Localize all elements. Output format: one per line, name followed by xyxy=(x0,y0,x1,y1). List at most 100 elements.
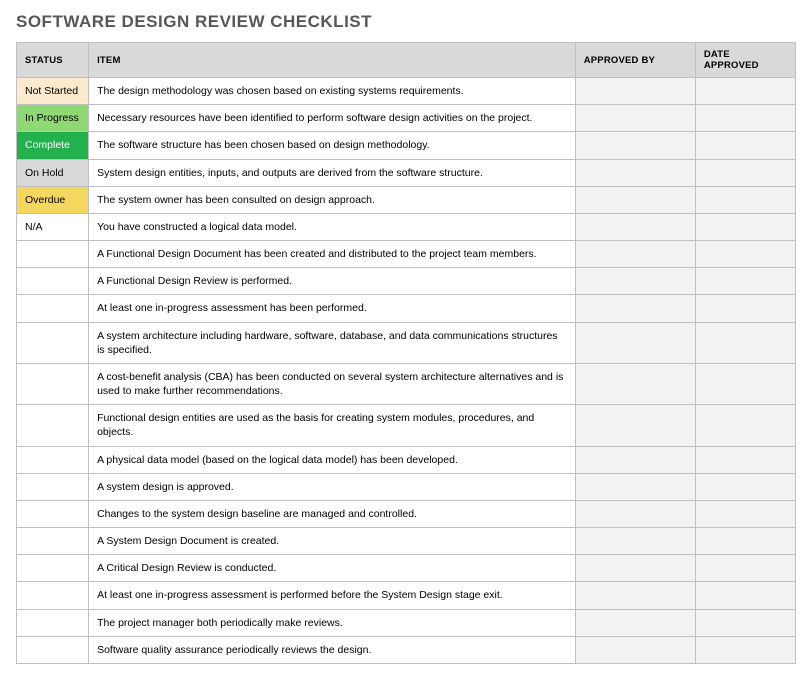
item-cell: System design entities, inputs, and outp… xyxy=(89,159,576,186)
status-cell[interactable] xyxy=(17,363,89,404)
date-approved-cell[interactable] xyxy=(695,241,795,268)
status-cell[interactable] xyxy=(17,241,89,268)
header-item: ITEM xyxy=(89,43,576,78)
approved-by-cell[interactable] xyxy=(575,295,695,322)
approved-by-cell[interactable] xyxy=(575,159,695,186)
date-approved-cell[interactable] xyxy=(695,322,795,363)
date-approved-cell[interactable] xyxy=(695,500,795,527)
approved-by-cell[interactable] xyxy=(575,446,695,473)
approved-by-cell[interactable] xyxy=(575,636,695,663)
item-cell: A system architecture including hardware… xyxy=(89,322,576,363)
approved-by-cell[interactable] xyxy=(575,213,695,240)
date-approved-cell[interactable] xyxy=(695,473,795,500)
status-cell[interactable]: On Hold xyxy=(17,159,89,186)
approved-by-cell[interactable] xyxy=(575,241,695,268)
item-cell: A Functional Design Document has been cr… xyxy=(89,241,576,268)
table-row: Not StartedThe design methodology was ch… xyxy=(17,78,796,105)
approved-by-cell[interactable] xyxy=(575,609,695,636)
item-cell: A system design is approved. xyxy=(89,473,576,500)
table-row: At least one in-progress assessment is p… xyxy=(17,582,796,609)
table-header-row: STATUS ITEM APPROVED BY DATE APPROVED xyxy=(17,43,796,78)
date-approved-cell[interactable] xyxy=(695,105,795,132)
status-cell[interactable] xyxy=(17,295,89,322)
item-cell: Functional design entities are used as t… xyxy=(89,405,576,446)
header-status: STATUS xyxy=(17,43,89,78)
item-cell: At least one in-progress assessment is p… xyxy=(89,582,576,609)
date-approved-cell[interactable] xyxy=(695,528,795,555)
approved-by-cell[interactable] xyxy=(575,555,695,582)
date-approved-cell[interactable] xyxy=(695,295,795,322)
item-cell: Software quality assurance periodically … xyxy=(89,636,576,663)
checklist-table: STATUS ITEM APPROVED BY DATE APPROVED No… xyxy=(16,42,796,664)
table-row: A System Design Document is created. xyxy=(17,528,796,555)
date-approved-cell[interactable] xyxy=(695,363,795,404)
item-cell: You have constructed a logical data mode… xyxy=(89,213,576,240)
approved-by-cell[interactable] xyxy=(575,473,695,500)
status-cell[interactable] xyxy=(17,500,89,527)
table-row: A Critical Design Review is conducted. xyxy=(17,555,796,582)
item-cell: Necessary resources have been identified… xyxy=(89,105,576,132)
table-row: On HoldSystem design entities, inputs, a… xyxy=(17,159,796,186)
date-approved-cell[interactable] xyxy=(695,159,795,186)
approved-by-cell[interactable] xyxy=(575,105,695,132)
table-row: The project manager both periodically ma… xyxy=(17,609,796,636)
date-approved-cell[interactable] xyxy=(695,582,795,609)
header-approved-by: APPROVED BY xyxy=(575,43,695,78)
status-cell[interactable] xyxy=(17,322,89,363)
table-row: In ProgressNecessary resources have been… xyxy=(17,105,796,132)
approved-by-cell[interactable] xyxy=(575,363,695,404)
date-approved-cell[interactable] xyxy=(695,446,795,473)
status-cell[interactable] xyxy=(17,582,89,609)
item-cell: Changes to the system design baseline ar… xyxy=(89,500,576,527)
date-approved-cell[interactable] xyxy=(695,78,795,105)
page-title: SOFTWARE DESIGN REVIEW CHECKLIST xyxy=(16,12,796,32)
date-approved-cell[interactable] xyxy=(695,213,795,240)
table-row: At least one in-progress assessment has … xyxy=(17,295,796,322)
approved-by-cell[interactable] xyxy=(575,186,695,213)
date-approved-cell[interactable] xyxy=(695,132,795,159)
status-cell[interactable]: Complete xyxy=(17,132,89,159)
date-approved-cell[interactable] xyxy=(695,636,795,663)
status-cell[interactable] xyxy=(17,473,89,500)
table-row: Changes to the system design baseline ar… xyxy=(17,500,796,527)
table-row: Software quality assurance periodically … xyxy=(17,636,796,663)
table-row: A Functional Design Document has been cr… xyxy=(17,241,796,268)
status-cell[interactable] xyxy=(17,636,89,663)
status-cell[interactable] xyxy=(17,555,89,582)
table-row: Functional design entities are used as t… xyxy=(17,405,796,446)
status-cell[interactable]: In Progress xyxy=(17,105,89,132)
date-approved-cell[interactable] xyxy=(695,405,795,446)
date-approved-cell[interactable] xyxy=(695,555,795,582)
item-cell: The project manager both periodically ma… xyxy=(89,609,576,636)
item-cell: The software structure has been chosen b… xyxy=(89,132,576,159)
table-row: N/AYou have constructed a logical data m… xyxy=(17,213,796,240)
table-row: A physical data model (based on the logi… xyxy=(17,446,796,473)
date-approved-cell[interactable] xyxy=(695,609,795,636)
status-cell[interactable] xyxy=(17,268,89,295)
date-approved-cell[interactable] xyxy=(695,268,795,295)
item-cell: A System Design Document is created. xyxy=(89,528,576,555)
approved-by-cell[interactable] xyxy=(575,322,695,363)
item-cell: At least one in-progress assessment has … xyxy=(89,295,576,322)
table-row: A system design is approved. xyxy=(17,473,796,500)
approved-by-cell[interactable] xyxy=(575,405,695,446)
approved-by-cell[interactable] xyxy=(575,582,695,609)
approved-by-cell[interactable] xyxy=(575,132,695,159)
status-cell[interactable]: Overdue xyxy=(17,186,89,213)
status-cell[interactable]: N/A xyxy=(17,213,89,240)
table-row: A Functional Design Review is performed. xyxy=(17,268,796,295)
item-cell: A Functional Design Review is performed. xyxy=(89,268,576,295)
item-cell: A physical data model (based on the logi… xyxy=(89,446,576,473)
status-cell[interactable] xyxy=(17,609,89,636)
approved-by-cell[interactable] xyxy=(575,528,695,555)
approved-by-cell[interactable] xyxy=(575,500,695,527)
status-cell[interactable]: Not Started xyxy=(17,78,89,105)
table-row: CompleteThe software structure has been … xyxy=(17,132,796,159)
status-cell[interactable] xyxy=(17,528,89,555)
status-cell[interactable] xyxy=(17,405,89,446)
date-approved-cell[interactable] xyxy=(695,186,795,213)
status-cell[interactable] xyxy=(17,446,89,473)
table-row: OverdueThe system owner has been consult… xyxy=(17,186,796,213)
approved-by-cell[interactable] xyxy=(575,268,695,295)
approved-by-cell[interactable] xyxy=(575,78,695,105)
